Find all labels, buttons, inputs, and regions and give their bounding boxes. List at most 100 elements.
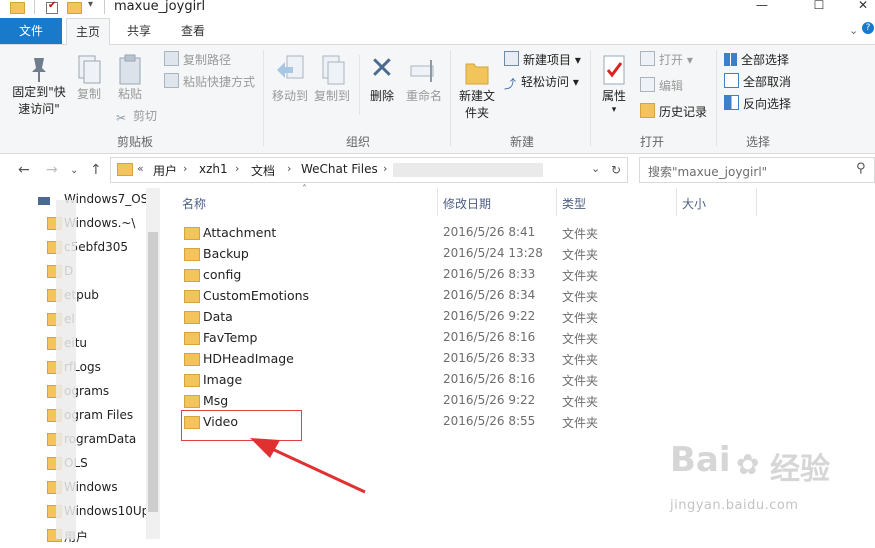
table-row[interactable]: HDHeadImage 2016/5/26 8:33 文件夹 (160, 348, 860, 369)
column-date[interactable]: 修改日期 (443, 195, 491, 212)
folder-icon (184, 353, 200, 366)
new-group-label: 新建 (509, 135, 534, 149)
edit-icon (640, 77, 655, 92)
pin-quick-access-button[interactable]: 固定到"快速访问" (8, 50, 70, 118)
crumb-xzh1[interactable]: xzh1 (199, 162, 228, 176)
crumb-wechat-files[interactable]: WeChat Files (301, 162, 378, 176)
new-item-button[interactable]: 新建项目 ▾ (504, 50, 581, 70)
table-row[interactable]: Attachment 2016/5/26 8:41 文件夹 (160, 222, 860, 243)
tab-share[interactable]: 共享 (118, 18, 160, 44)
table-row[interactable]: Backup 2016/5/24 13:28 文件夹 (160, 243, 860, 264)
paste-button[interactable]: 粘贴 (112, 50, 148, 103)
nav-item[interactable]: OLS (0, 452, 160, 476)
table-row[interactable]: Image 2016/5/26 8:16 文件夹 (160, 369, 860, 390)
maximize-button[interactable]: ☐ (796, 0, 842, 16)
column-size[interactable]: 大小 (682, 195, 706, 212)
recent-locations-icon[interactable]: ⌄ (70, 165, 78, 176)
ribbon: 固定到"快速访问" 复制 粘贴 复制路径 粘贴快捷方式 ✂剪切 剪贴板 移动到 (0, 45, 875, 154)
address-bar[interactable]: « 用户 › xzh1 › 文档 › WeChat Files › ⌄ (110, 157, 607, 183)
table-row[interactable]: FavTemp 2016/5/26 8:16 文件夹 (160, 327, 860, 348)
folder-icon (184, 227, 200, 240)
copy-button[interactable]: 复制 (72, 50, 106, 103)
nav-scrollbar-thumb[interactable] (148, 232, 158, 512)
cut-button[interactable]: ✂ 剪切 (116, 106, 157, 126)
pin-icon (32, 58, 46, 82)
nav-item-drive[interactable]: Windows7_OS (0, 188, 160, 212)
column-separator[interactable] (676, 188, 677, 216)
nav-item[interactable]: ograms (0, 380, 160, 404)
column-separator[interactable] (556, 188, 557, 216)
crumb-users[interactable]: 用户 (153, 162, 177, 179)
nav-item[interactable]: ogram Files (0, 404, 160, 428)
nav-item[interactable]: D (0, 260, 160, 284)
paste-shortcut-button[interactable]: 粘贴快捷方式 (164, 72, 255, 92)
new-folder-label: 新建文件夹 (458, 89, 495, 120)
divider (104, 0, 105, 14)
column-separator[interactable] (437, 188, 438, 216)
folder-icon (184, 332, 200, 345)
column-separator[interactable] (756, 188, 757, 216)
close-button[interactable]: ✕ (840, 0, 875, 16)
minimize-button[interactable]: — (739, 0, 785, 16)
table-row[interactable]: CustomEmotions 2016/5/26 8:34 文件夹 (160, 285, 860, 306)
properties-button[interactable]: 属性 ▾ (596, 50, 632, 115)
new-folder-icon[interactable] (67, 2, 82, 14)
column-name[interactable]: 名称 (182, 195, 206, 212)
nav-item[interactable]: el (0, 308, 160, 332)
folder-icon (184, 248, 200, 261)
collapse-ribbon-icon[interactable]: ⌄ (849, 24, 858, 37)
nav-item[interactable]: 用户 (0, 524, 160, 548)
chevron-right-icon[interactable]: › (235, 162, 239, 175)
copy-to-button[interactable]: 复制到 (312, 50, 352, 105)
up-arrow-icon[interactable]: ↑ (90, 162, 102, 178)
column-type[interactable]: 类型 (562, 195, 586, 212)
nav-item[interactable]: eitu (0, 332, 160, 356)
overflow-crumb[interactable]: « (137, 162, 144, 175)
open-button[interactable]: 打开 ▾ (640, 50, 693, 70)
history-button[interactable]: 历史记录 (640, 102, 707, 122)
select-none-button[interactable]: 全部取消 (724, 72, 791, 92)
refresh-button[interactable]: ↻ (605, 157, 628, 183)
tab-file[interactable]: 文件 (0, 18, 62, 44)
tab-home[interactable]: 主页 (66, 18, 110, 45)
folder-icon[interactable] (10, 2, 25, 14)
table-row[interactable]: Data 2016/5/26 9:22 文件夹 (160, 306, 860, 327)
chevron-right-icon[interactable]: › (287, 162, 291, 175)
nav-item[interactable]: Windows.~\ (0, 212, 160, 236)
help-icon[interactable]: ? (862, 22, 874, 34)
search-box[interactable]: 搜索"maxue_joygirl" ⚲ (639, 157, 875, 183)
delete-button[interactable]: ✕ 删除 (366, 50, 398, 105)
table-row[interactable]: Msg 2016/5/26 9:22 文件夹 (160, 390, 860, 411)
properties-check-icon[interactable] (46, 0, 58, 14)
chevron-right-icon[interactable]: › (383, 162, 387, 175)
rename-button[interactable]: 重命名 (404, 50, 444, 105)
nav-item[interactable]: rogramData (0, 428, 160, 452)
nav-item[interactable]: c5ebfd305 (0, 236, 160, 260)
delete-label: 删除 (369, 89, 394, 103)
edit-button[interactable]: 编辑 (640, 76, 683, 96)
copy-path-button[interactable]: 复制路径 (164, 50, 231, 70)
select-all-button[interactable]: 全部选择 (724, 50, 789, 70)
paste-shortcut-icon (164, 73, 179, 88)
forward-arrow-icon[interactable]: → (46, 162, 58, 178)
nav-item[interactable]: Windows (0, 476, 160, 500)
customize-qat-icon[interactable]: ▾ (88, 0, 93, 10)
new-folder-button[interactable]: 新建文件夹 (456, 50, 498, 122)
crumb-documents[interactable]: 文档 (251, 162, 275, 179)
table-row[interactable]: config 2016/5/26 8:33 文件夹 (160, 264, 860, 285)
search-icon[interactable]: ⚲ (856, 161, 866, 176)
move-to-button[interactable]: 移动到 (270, 50, 310, 105)
annotation-arrow-icon (250, 438, 366, 494)
divider (34, 0, 35, 14)
select-none-icon (724, 73, 739, 88)
invert-selection-button[interactable]: 反向选择 (724, 94, 791, 114)
back-arrow-icon[interactable]: ← (18, 162, 30, 178)
nav-item[interactable]: rfLogs (0, 356, 160, 380)
address-dropdown-icon[interactable]: ⌄ (591, 162, 600, 175)
nav-item[interactable]: Windows10Up (0, 500, 160, 524)
nav-item[interactable]: etpub (0, 284, 160, 308)
chevron-right-icon[interactable]: › (183, 162, 187, 175)
easy-access-button[interactable]: ⤴ 轻松访问 ▾ (504, 72, 579, 92)
tab-view[interactable]: 查看 (172, 18, 214, 44)
window-title: maxue_joygirl (114, 0, 206, 14)
